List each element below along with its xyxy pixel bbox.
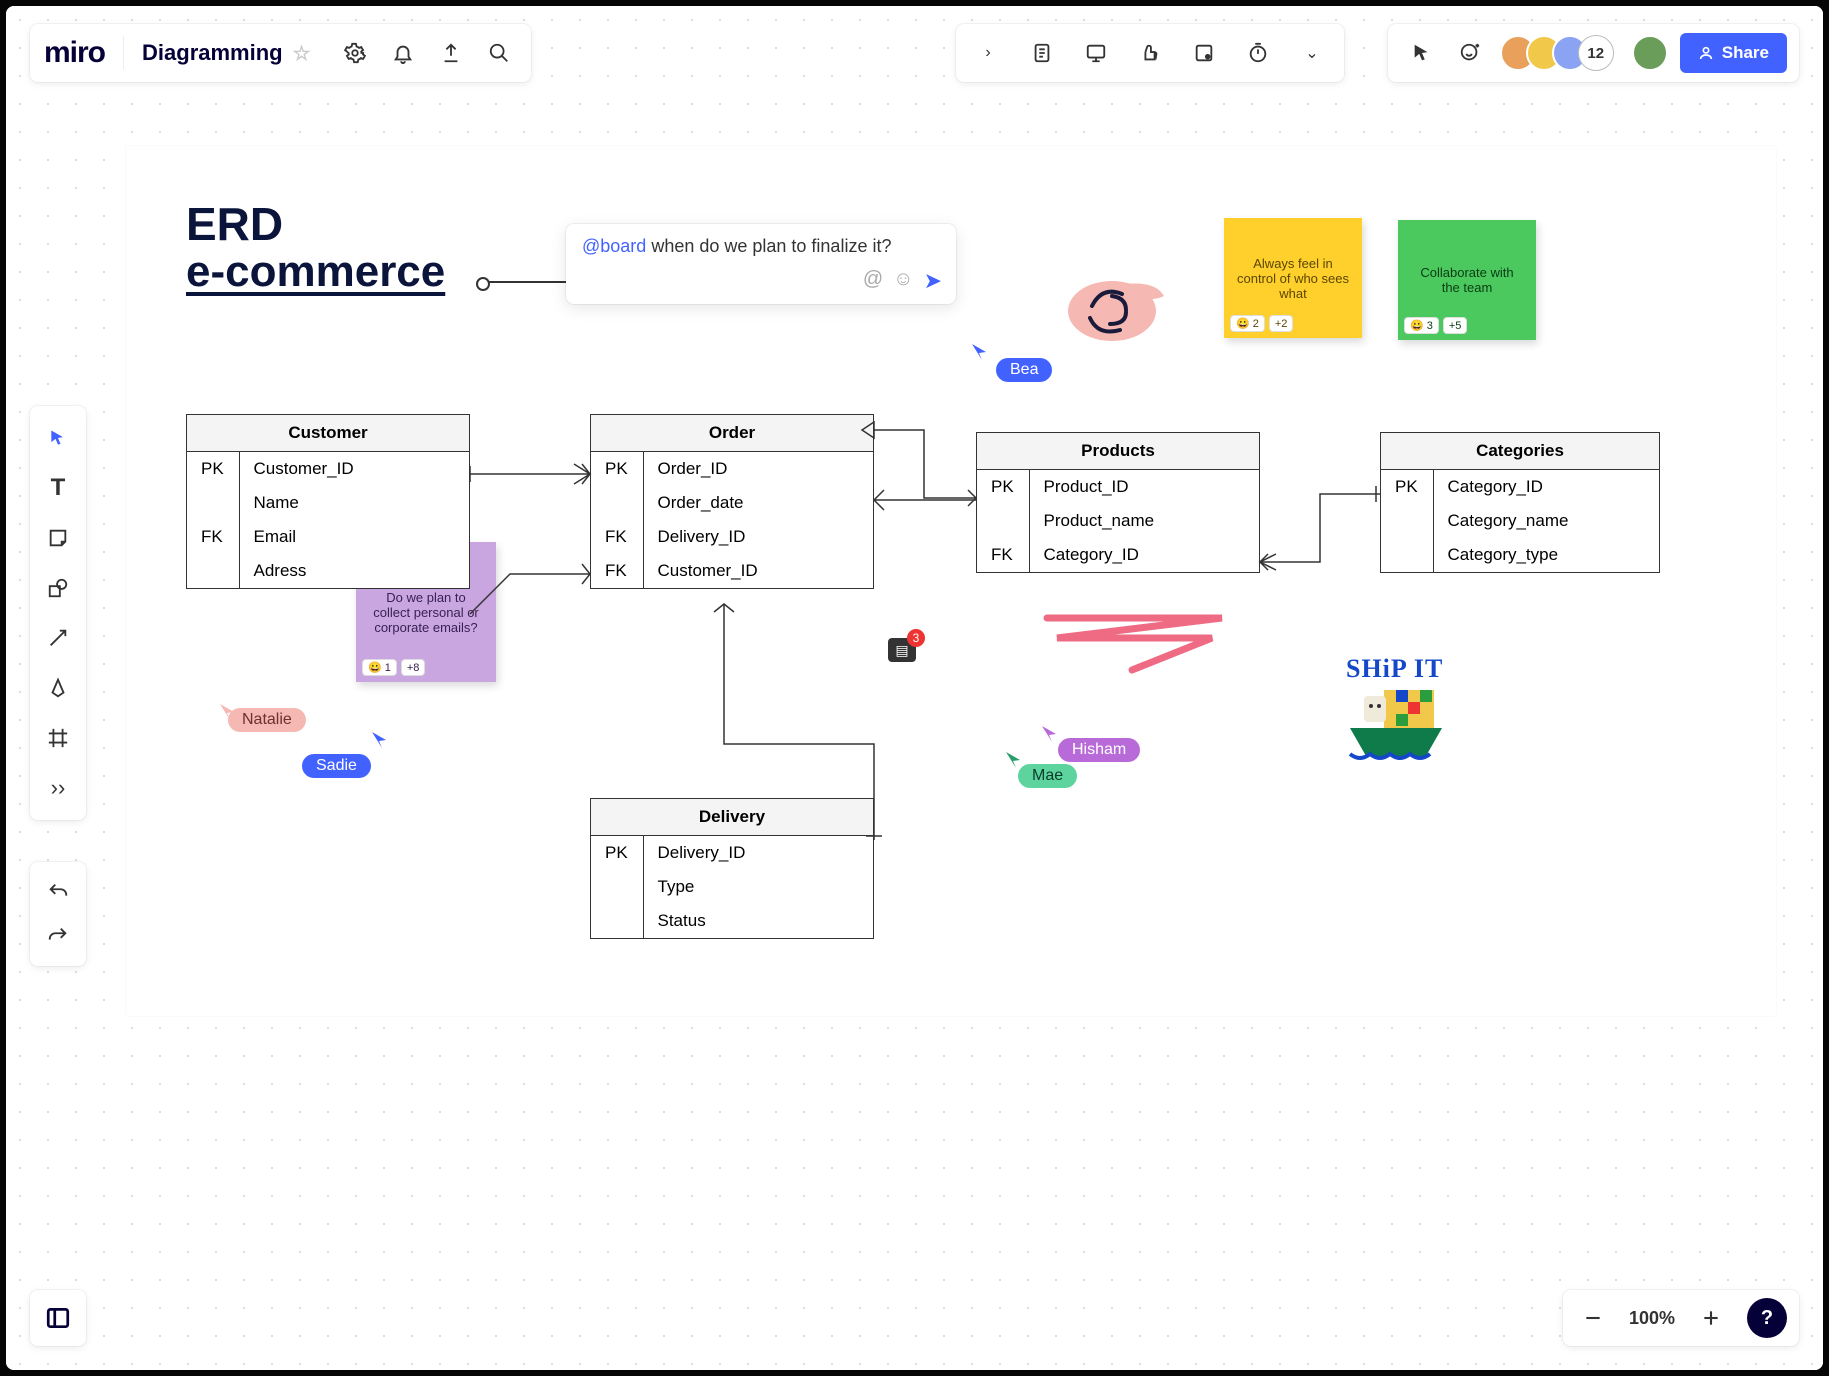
pen-tool[interactable]: [36, 666, 80, 710]
help-button[interactable]: ?: [1747, 1298, 1787, 1338]
reaction-chip[interactable]: +2: [1269, 315, 1294, 332]
notes-icon[interactable]: [1024, 35, 1060, 71]
search-icon[interactable]: [481, 35, 517, 71]
shape-tool[interactable]: [36, 566, 80, 610]
comment-input-box[interactable]: @board when do we plan to finalize it? @…: [566, 224, 956, 304]
table-order[interactable]: Order PKOrder_IDOrder_dateFKDelivery_IDF…: [590, 414, 874, 589]
cursor-natalie: Natalie: [228, 708, 306, 732]
title-line2: e-commerce: [186, 247, 445, 297]
expand-icon[interactable]: ›: [970, 35, 1006, 71]
cursor-mae: Mae: [1018, 764, 1077, 788]
reaction-chip[interactable]: 😀 2: [1230, 315, 1265, 332]
topbar-mid: › ⌄: [956, 24, 1344, 82]
undo-redo-toolbar: [30, 862, 86, 966]
send-icon[interactable]: ➤: [924, 268, 942, 294]
more-tools[interactable]: ››: [36, 766, 80, 810]
diagram-title[interactable]: ERD e-commerce: [186, 201, 445, 297]
emoji-icon[interactable]: ☺: [893, 268, 913, 294]
cursor-arrow-mae: [1004, 750, 1022, 768]
sticky-green[interactable]: Collaborate with the team 😀 3 +5: [1398, 220, 1536, 340]
ship-it-sticker[interactable]: SHiP IT: [1346, 654, 1446, 769]
star-icon[interactable]: ☆: [293, 41, 311, 66]
sticky-yellow[interactable]: Always feel in control of who sees what …: [1224, 218, 1362, 338]
arrow-tool[interactable]: [36, 616, 80, 660]
freehand-squiggle[interactable]: [1042, 610, 1232, 680]
reaction-chip[interactable]: 😀 1: [362, 659, 397, 676]
collaborator-avatars[interactable]: 12: [1500, 35, 1614, 71]
table-body: PKOrder_IDOrder_dateFKDelivery_IDFKCusto…: [591, 452, 873, 588]
comment-count-badge: 3: [907, 629, 925, 647]
comment-text: @board when do we plan to finalize it?: [582, 236, 940, 257]
select-tool[interactable]: [36, 416, 80, 460]
cursor-arrow-sadie: [370, 730, 388, 748]
reactions-icon[interactable]: [1452, 35, 1488, 71]
export-icon[interactable]: [433, 35, 469, 71]
undo-button[interactable]: [36, 870, 80, 914]
share-button[interactable]: Share: [1680, 33, 1787, 73]
reaction-chip[interactable]: +5: [1443, 317, 1468, 334]
mention: @board: [582, 236, 646, 256]
cursor-sadie: Sadie: [302, 754, 371, 778]
topbar-right: 12 Share: [1388, 24, 1799, 82]
comment-mode-icon[interactable]: [1186, 35, 1222, 71]
cursor-arrow-hisham: [1040, 724, 1058, 742]
notifications-icon[interactable]: [385, 35, 421, 71]
avatar-count[interactable]: 12: [1578, 35, 1614, 71]
timer-icon[interactable]: [1240, 35, 1276, 71]
cursor-select-icon[interactable]: [1404, 35, 1440, 71]
avatar-self[interactable]: [1632, 35, 1668, 71]
chat-icon: ▤: [895, 642, 908, 659]
left-toolbar: T ››: [30, 406, 86, 820]
board-name[interactable]: Diagramming ☆: [142, 40, 311, 66]
redo-button[interactable]: [36, 914, 80, 958]
present-icon[interactable]: [1078, 35, 1114, 71]
table-body: PKDelivery_IDTypeStatus: [591, 836, 873, 938]
frame-tool[interactable]: [36, 716, 80, 760]
table-body: PKCategory_IDCategory_nameCategory_type: [1381, 470, 1659, 572]
table-customer[interactable]: Customer PKCustomer_IDNameFKEmailAdress: [186, 414, 470, 589]
table-body: PKProduct_IDProduct_nameFKCategory_ID: [977, 470, 1259, 572]
table-body: PKCustomer_IDNameFKEmailAdress: [187, 452, 469, 588]
minimap-toggle[interactable]: [30, 1290, 86, 1346]
cursor-bea: Bea: [996, 358, 1052, 382]
comment-thread-icon[interactable]: ▤ 3: [888, 638, 916, 662]
reaction-chip[interactable]: +8: [401, 659, 426, 676]
table-categories[interactable]: Categories PKCategory_IDCategory_nameCat…: [1380, 432, 1660, 573]
more-apps-icon[interactable]: ⌄: [1294, 35, 1330, 71]
pointing-hand-sticker[interactable]: [1062, 266, 1172, 351]
comment-connector: [482, 281, 566, 283]
table-delivery[interactable]: Delivery PKDelivery_IDTypeStatus: [590, 798, 874, 939]
zoom-level[interactable]: 100%: [1629, 1308, 1675, 1329]
zoom-in-button[interactable]: [1693, 1300, 1729, 1336]
text-tool[interactable]: T: [36, 466, 80, 510]
title-line1: ERD: [186, 201, 445, 247]
zoom-controls: 100% ?: [1563, 1290, 1799, 1346]
vote-icon[interactable]: [1132, 35, 1168, 71]
zoom-out-button[interactable]: [1575, 1300, 1611, 1336]
mention-icon[interactable]: @: [863, 268, 883, 294]
settings-icon[interactable]: [337, 35, 373, 71]
cursor-arrow-bea: [970, 342, 990, 362]
cursor-hisham: Hisham: [1058, 738, 1140, 762]
table-products[interactable]: Products PKProduct_IDProduct_nameFKCateg…: [976, 432, 1260, 573]
miro-logo[interactable]: miro: [44, 36, 105, 70]
reaction-chip[interactable]: 😀 3: [1404, 317, 1439, 334]
topbar-left: miro Diagramming ☆: [30, 24, 531, 82]
sticky-tool[interactable]: [36, 516, 80, 560]
